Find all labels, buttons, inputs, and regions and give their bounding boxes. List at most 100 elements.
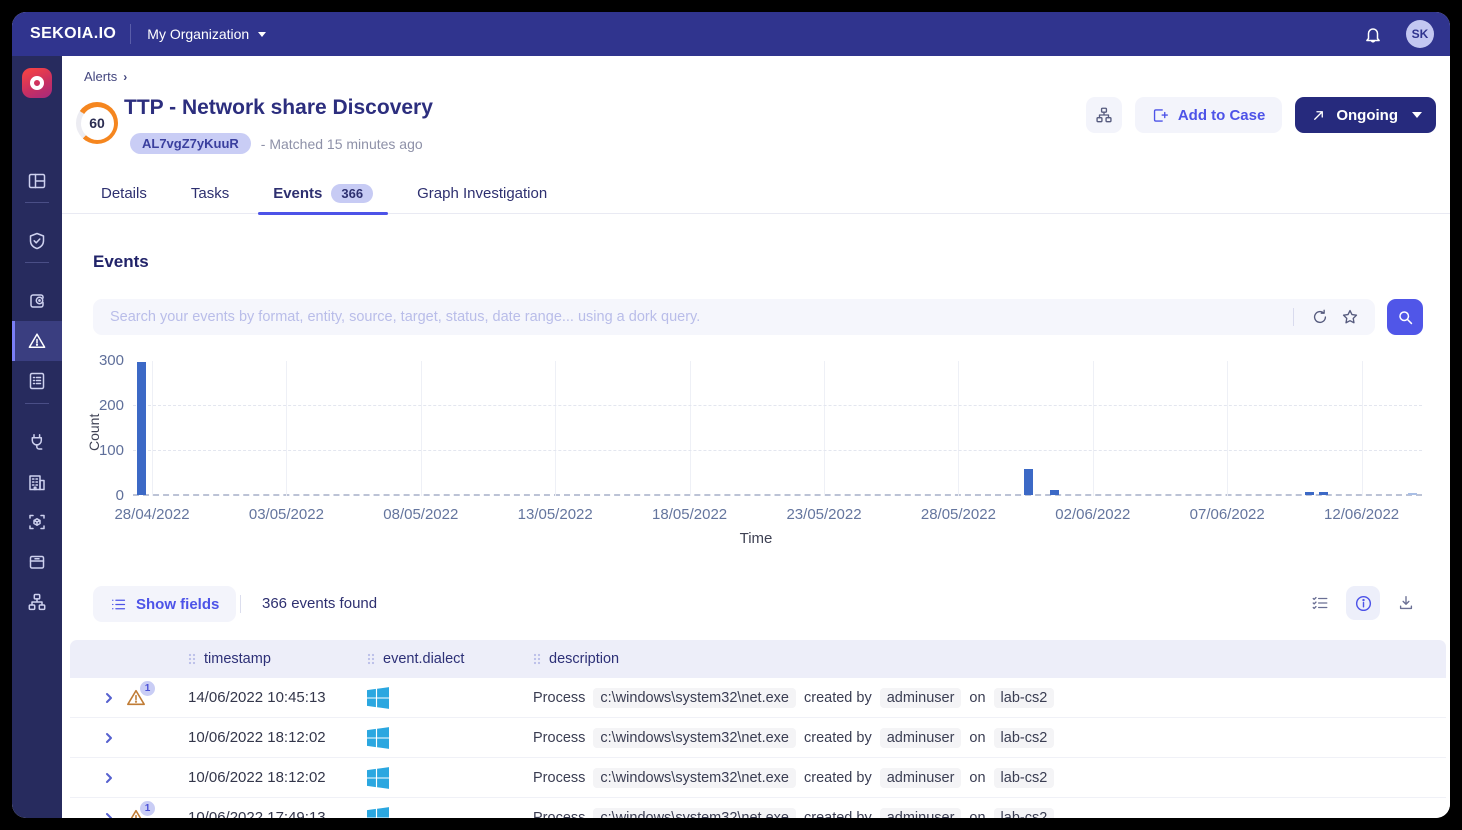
download-button[interactable] (1389, 586, 1423, 620)
app-logo[interactable] (22, 68, 52, 98)
column-settings-button[interactable] (1303, 586, 1337, 620)
events-histogram: 0100200300 Count 28/04/202203/05/202208/… (62, 356, 1450, 552)
host-chip[interactable]: lab-cs2 (994, 768, 1055, 788)
sidebar-item-threat-detection[interactable] (12, 502, 62, 542)
expand-chevron-icon[interactable] (104, 692, 114, 704)
process-chip[interactable]: c:\windows\system32\net.exe (593, 768, 796, 788)
sidebar-item-organization[interactable] (12, 462, 62, 502)
events-found-text: 366 events found (262, 595, 377, 612)
events-heading: Events (93, 252, 149, 272)
chart-vgridline (1362, 361, 1363, 496)
drag-handle-icon[interactable] (533, 653, 541, 665)
sidebar-item-alerts[interactable] (12, 321, 62, 361)
archive-box-icon (27, 552, 47, 572)
chart-vgridline (690, 361, 691, 496)
intake-folder-icon (27, 291, 47, 311)
process-chip[interactable]: c:\windows\system32\net.exe (593, 808, 796, 819)
table-row[interactable]: 1 14/06/2022 10:45:13 Process c:\windows… (70, 678, 1446, 718)
user-chip[interactable]: adminuser (880, 808, 962, 819)
breadcrumb[interactable]: Alerts › (84, 69, 127, 84)
drag-handle-icon[interactable] (367, 653, 375, 665)
search-button[interactable] (1387, 299, 1423, 335)
dialect-cell (367, 727, 533, 749)
chart-bar[interactable] (1024, 469, 1033, 495)
chart-plot-area (133, 361, 1422, 496)
search-input[interactable] (110, 309, 1282, 325)
table-toolbar: Show fields 366 events found (62, 586, 1450, 622)
sidebar-item-dashboards[interactable] (12, 161, 62, 201)
windows-icon (367, 727, 389, 749)
description-cell: Process c:\windows\system32\net.exe crea… (533, 808, 1446, 819)
alert-score-value: 60 (81, 107, 114, 140)
y-axis-title: Count (86, 414, 102, 451)
column-header-dialect[interactable]: event.dialect (367, 651, 533, 667)
x-axis-title: Time (740, 530, 773, 547)
status-button[interactable]: Ongoing (1295, 97, 1436, 133)
chart-vgridline (555, 361, 556, 496)
chart-bar[interactable] (1305, 492, 1314, 495)
plug-icon (27, 432, 47, 452)
tab-events[interactable]: Events 366 (258, 174, 388, 214)
tab-graph-label: Graph Investigation (417, 185, 547, 202)
building-icon (27, 472, 47, 492)
host-chip[interactable]: lab-cs2 (994, 808, 1055, 819)
show-fields-button[interactable]: Show fields (93, 586, 236, 622)
add-to-case-button[interactable]: Add to Case (1135, 97, 1283, 133)
column-header-timestamp[interactable]: timestamp (188, 651, 367, 667)
chart-bar[interactable] (1408, 493, 1417, 495)
chart-vgridline (1093, 361, 1094, 496)
tab-graph-investigation[interactable]: Graph Investigation (402, 174, 562, 214)
warning-icon: 1 (126, 808, 148, 819)
expand-chevron-icon[interactable] (104, 812, 114, 819)
sidebar-item-rules[interactable] (12, 361, 62, 401)
rules-document-icon (27, 371, 47, 391)
sidebar-item-intakes[interactable] (12, 281, 62, 321)
favorite-query-button[interactable] (1335, 302, 1365, 332)
info-panel-button[interactable] (1346, 586, 1380, 620)
drag-handle-icon[interactable] (188, 653, 196, 665)
refresh-button[interactable] (1305, 302, 1335, 332)
user-chip[interactable]: adminuser (880, 688, 962, 708)
description-text: on (969, 810, 985, 819)
sidebar-item-playbooks[interactable] (12, 422, 62, 462)
shield-check-icon (27, 231, 47, 251)
avatar[interactable]: SK (1406, 20, 1434, 48)
scan-cube-icon (27, 512, 47, 532)
breadcrumb-alerts[interactable]: Alerts (84, 69, 117, 84)
timestamp-cell: 10/06/2022 18:12:02 (188, 769, 367, 786)
chart-bar[interactable] (137, 362, 146, 495)
sidebar-item-protect[interactable] (12, 221, 62, 261)
process-chip[interactable]: c:\windows\system32\net.exe (593, 728, 796, 748)
page-title: TTP - Network share Discovery (124, 96, 433, 120)
show-fields-label: Show fields (136, 596, 219, 613)
table-row[interactable]: 10/06/2022 18:12:02 Process c:\windows\s… (70, 718, 1446, 758)
alert-id-badge[interactable]: AL7vgZ7yKuuR (130, 133, 251, 154)
info-icon (1354, 594, 1373, 613)
chart-bar[interactable] (1319, 492, 1328, 495)
user-chip[interactable]: adminuser (880, 728, 962, 748)
user-chip[interactable]: adminuser (880, 768, 962, 788)
bell-icon[interactable] (1362, 23, 1384, 45)
expand-chevron-icon[interactable] (104, 772, 114, 784)
sidebar-item-archives[interactable] (12, 542, 62, 582)
host-chip[interactable]: lab-cs2 (994, 728, 1055, 748)
table-row[interactable]: 1 10/06/2022 17:49:13 Process c:\windows… (70, 798, 1446, 818)
column-header-description[interactable]: description (533, 651, 1446, 667)
graph-view-button[interactable] (1086, 97, 1122, 133)
arrow-up-right-icon (1311, 108, 1326, 123)
chart-bar[interactable] (1050, 490, 1059, 495)
chart-vgridline (824, 361, 825, 496)
organization-selector[interactable]: My Organization (147, 26, 266, 42)
expand-chevron-icon[interactable] (104, 732, 114, 744)
tab-tasks[interactable]: Tasks (176, 174, 244, 214)
description-text: on (969, 770, 985, 786)
tab-details[interactable]: Details (86, 174, 162, 214)
tab-tasks-label: Tasks (191, 185, 229, 202)
chevron-down-icon[interactable] (1412, 112, 1422, 118)
process-chip[interactable]: c:\windows\system32\net.exe (593, 688, 796, 708)
logo-ring-icon (30, 76, 44, 90)
host-chip[interactable]: lab-cs2 (994, 688, 1055, 708)
table-row[interactable]: 10/06/2022 18:12:02 Process c:\windows\s… (70, 758, 1446, 798)
sidebar-item-network[interactable] (12, 582, 62, 622)
description-text: created by (804, 690, 872, 706)
